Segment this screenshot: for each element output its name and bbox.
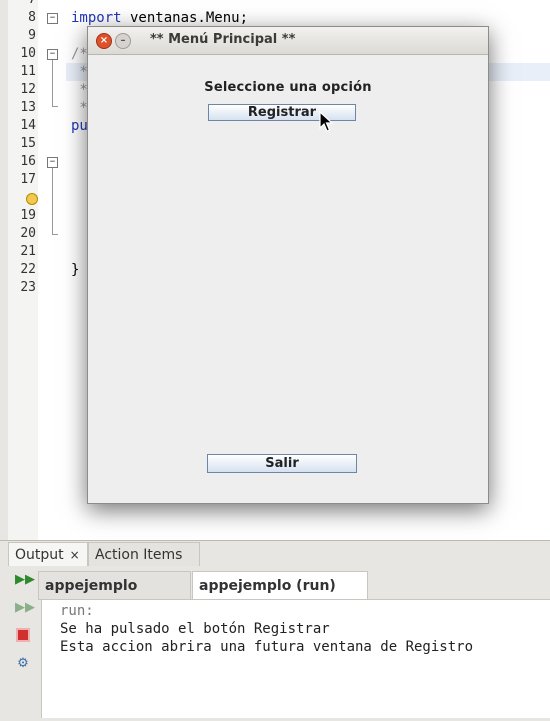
tab-appejemplo-run-2[interactable]: appejemplo (run) #2×: [192, 571, 368, 622]
run-toolbar: ▶▶ ▶▶ ⚙: [8, 566, 38, 721]
code-line: *: [71, 82, 88, 98]
code-line-import: import ventanas.Menu;: [71, 9, 248, 27]
line-number: 21: [20, 244, 36, 259]
rerun-with-args-icon[interactable]: ▶▶: [15, 600, 35, 616]
line-number: 17: [20, 172, 36, 187]
window-titlebar[interactable]: × – ** Menú Principal **: [88, 27, 488, 55]
tab-output-label: Output: [15, 547, 64, 563]
line-number: 23: [20, 280, 36, 295]
tab-action-items-label: Action Items: [95, 547, 183, 563]
fold-collapse-icon[interactable]: −: [47, 49, 58, 60]
console-output[interactable]: run: Se ha pulsado el botón Registrar Es…: [41, 600, 550, 718]
stop-icon[interactable]: [15, 628, 31, 644]
window-minimize-button[interactable]: –: [115, 33, 131, 49]
console-line: Esta accion abrira una futura ventana de…: [60, 639, 474, 655]
code-line: *: [71, 100, 88, 116]
salir-button[interactable]: Salir: [207, 454, 357, 473]
run-output-tabs: appejemplo (run)× appejemplo (run) #2×: [38, 569, 550, 622]
line-number: 16: [20, 154, 36, 169]
window-close-button[interactable]: ×: [96, 33, 112, 49]
fold-collapse-icon[interactable]: −: [47, 157, 58, 168]
line-number: 10: [20, 46, 36, 61]
fold-guide-line: [52, 168, 53, 234]
menu-principal-window: × – ** Menú Principal ** Seleccione una …: [87, 26, 489, 504]
code-line: pu: [71, 118, 88, 134]
line-number: 20: [20, 226, 36, 241]
line-number: 9: [28, 28, 36, 43]
tab-output[interactable]: Output ×: [8, 542, 88, 566]
code-line: *: [71, 64, 88, 80]
line-number: 15: [20, 136, 36, 151]
code-line: /*: [71, 46, 88, 62]
line-number: 14: [20, 118, 36, 133]
console-line: Se ha pulsado el botón Registrar: [60, 621, 330, 637]
fold-guide-end: [52, 234, 58, 235]
line-number: 13: [20, 100, 36, 115]
import-keyword: import: [71, 10, 122, 26]
settings-icon[interactable]: ⚙: [15, 656, 31, 672]
fold-guide-line: [52, 60, 53, 106]
registrar-button[interactable]: Registrar: [208, 104, 356, 121]
console-line: run:: [60, 603, 94, 619]
code-line: }: [71, 262, 80, 278]
mouse-pointer-icon: [319, 111, 333, 132]
fold-collapse-icon[interactable]: −: [47, 13, 58, 24]
rerun-icon[interactable]: ▶▶: [15, 572, 35, 588]
tab-action-items[interactable]: Action Items: [88, 542, 200, 566]
select-option-label: Seleccione una opción: [204, 80, 372, 95]
line-number: 22: [20, 262, 36, 277]
line-number: 11: [20, 64, 36, 79]
tab-appejemplo-run[interactable]: appejemplo (run)×: [38, 571, 191, 622]
line-number: 8: [28, 10, 36, 25]
line-number: 7: [8, 0, 36, 9]
fold-guide-end: [52, 106, 58, 107]
lightbulb-hint-icon[interactable]: [26, 193, 38, 205]
window-title: ** Menú Principal **: [150, 32, 296, 47]
import-target: ventanas.Menu;: [121, 10, 249, 26]
line-number: 12: [20, 82, 36, 97]
close-icon[interactable]: ×: [70, 548, 80, 562]
line-number: 19: [20, 208, 36, 223]
